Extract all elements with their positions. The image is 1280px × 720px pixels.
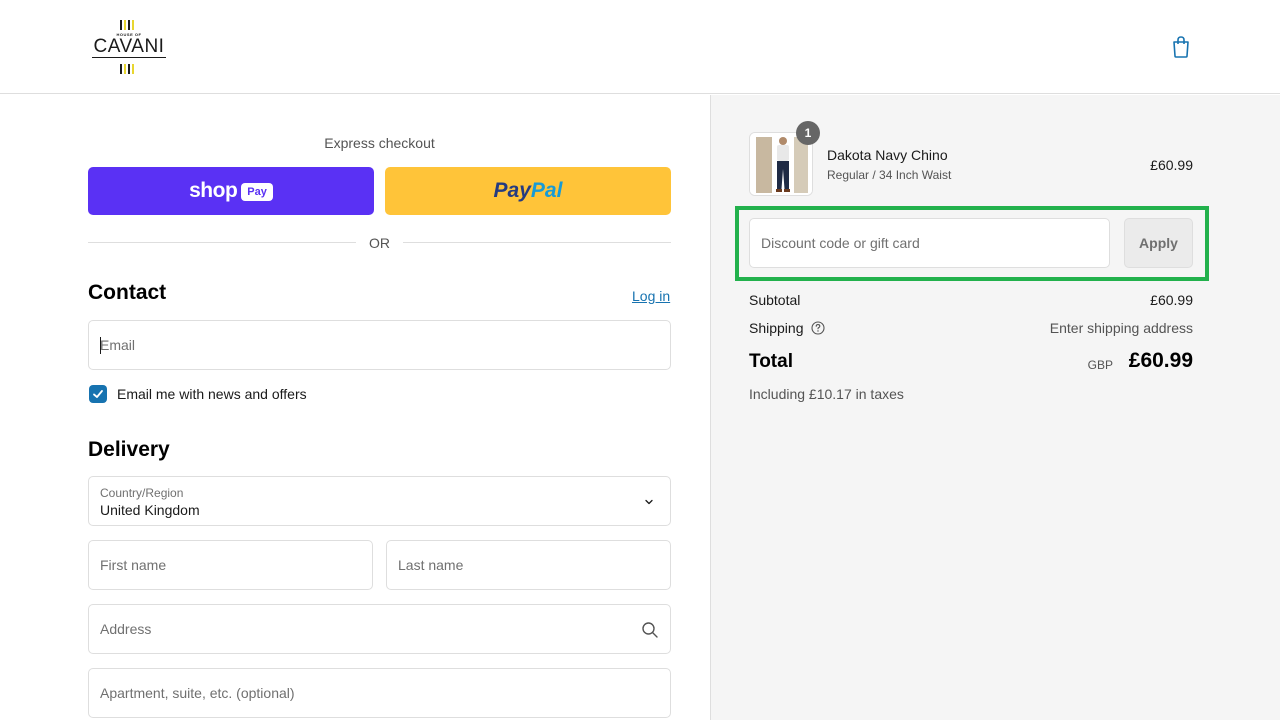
country-region-value: United Kingdom — [100, 502, 200, 518]
subtotal-value: £60.99 — [1150, 292, 1193, 308]
house-of-cavani-logo[interactable]: HOUSE OF CAVANI — [86, 18, 172, 76]
help-circle-icon[interactable] — [811, 321, 825, 335]
email-field[interactable]: Email — [88, 320, 671, 370]
shop-pay-button[interactable]: shop Pay — [88, 167, 374, 215]
address-field[interactable]: Address — [88, 604, 671, 654]
quantity-badge: 1 — [796, 121, 820, 145]
product-variant: Regular / 34 Inch Waist — [827, 168, 952, 182]
search-icon — [642, 622, 658, 638]
express-checkout-title: Express checkout — [324, 135, 435, 151]
apply-button[interactable]: Apply — [1124, 218, 1193, 268]
newsletter-label[interactable]: Email me with news and offers — [117, 386, 307, 402]
last-name-placeholder: Last name — [398, 557, 464, 573]
subtotal-label: Subtotal — [749, 292, 801, 308]
order-summary-panel: 1 Dakota Navy Chino Regular / 34 Inch Wa… — [710, 95, 1280, 720]
total-currency: GBP — [1087, 358, 1113, 372]
or-divider: OR — [88, 235, 671, 251]
total-value: £60.99 — [1128, 349, 1193, 372]
product-name: Dakota Navy Chino — [827, 147, 948, 163]
first-name-placeholder: First name — [100, 557, 167, 573]
shopping-bag-icon[interactable] — [1170, 35, 1192, 59]
country-region-select[interactable]: Country/Region United Kingdom — [88, 476, 671, 526]
shop-pay-wordmark: shop — [189, 179, 238, 202]
last-name-field[interactable]: Last name — [386, 540, 671, 590]
divider-line-right — [403, 242, 671, 243]
chevron-down-icon — [645, 499, 653, 505]
email-placeholder: Email — [100, 337, 136, 353]
country-region-label: Country/Region — [100, 486, 184, 500]
log-in-link[interactable]: Log in — [632, 288, 670, 304]
discount-code-placeholder: Discount code or gift card — [761, 235, 920, 251]
or-text: OR — [369, 235, 390, 251]
paypal-button[interactable]: PayPal — [385, 167, 671, 215]
checkout-form-panel: Express checkout shop Pay PayPal OR Cont… — [0, 95, 710, 720]
product-price: £60.99 — [1150, 157, 1193, 173]
paypal-wordmark: PayPal — [493, 179, 563, 202]
shop-pay-pill: Pay — [241, 183, 273, 201]
taxes-note: Including £10.17 in taxes — [749, 386, 904, 402]
shipping-label: Shipping — [749, 320, 804, 336]
logo-wordmark: CAVANI — [93, 36, 165, 57]
first-name-field[interactable]: First name — [88, 540, 373, 590]
logo-bars-top — [120, 20, 134, 30]
address-placeholder: Address — [100, 621, 152, 637]
delivery-heading: Delivery — [88, 438, 170, 461]
header: HOUSE OF CAVANI — [0, 0, 1280, 94]
logo-bars-bottom — [120, 64, 134, 74]
contact-heading: Contact — [88, 281, 167, 304]
discount-code-field[interactable]: Discount code or gift card — [749, 218, 1110, 268]
shipping-value: Enter shipping address — [1049, 320, 1193, 336]
apartment-placeholder: Apartment, suite, etc. (optional) — [100, 685, 295, 701]
apartment-field[interactable]: Apartment, suite, etc. (optional) — [88, 668, 671, 718]
checkmark-icon — [93, 390, 103, 398]
newsletter-checkbox[interactable] — [89, 385, 107, 403]
logo-underline — [92, 57, 166, 58]
total-label: Total — [749, 351, 793, 372]
